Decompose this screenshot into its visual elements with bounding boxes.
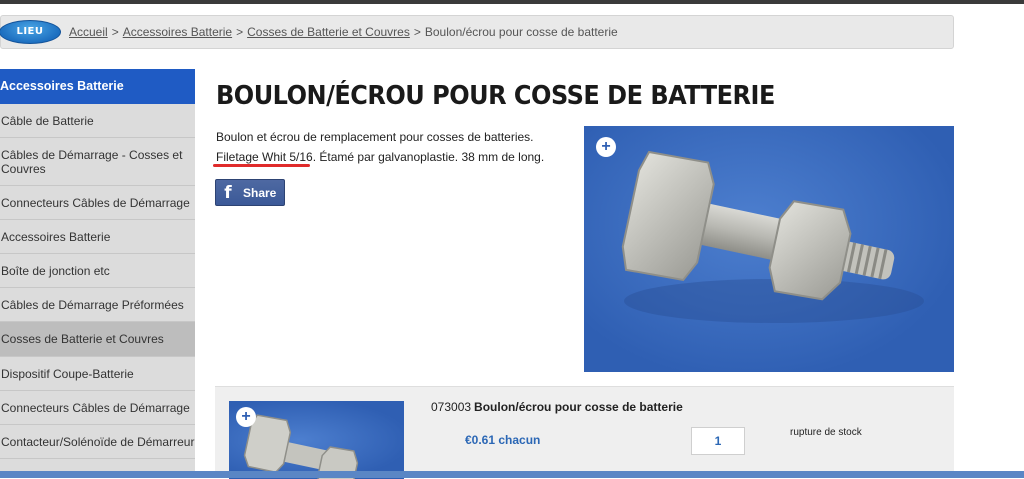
sidebar-item-label: Dispositif Coupe-Batterie [1,366,134,381]
top-bar [0,0,1024,4]
bolt-photo [621,150,924,323]
sidebar-item-jumper-connectors-2[interactable]: Connecteurs Câbles de Démarrage [0,391,195,425]
quantity-input[interactable]: 1 [691,427,745,455]
product-description: Boulon et écrou de remplacement pour cos… [216,127,556,167]
breadcrumb: LIEU Accueil > Accessoires Batterie > Cosses… [0,15,954,49]
product-image[interactable]: + [584,126,954,372]
sidebar-item-label: Accessoires Batterie [1,229,111,244]
thumbnail-zoom-icon[interactable]: + [236,407,256,427]
share-label: Share [243,185,277,200]
sidebar-item-preformed-cables[interactable]: Câbles de Démarrage Préformées [0,288,195,322]
description-highlight: Filetage Whit 5/16 [216,150,313,164]
stock-status: rupture de stock [790,427,862,438]
breadcrumb-link-accessories[interactable]: Accessoires Batterie [123,25,232,39]
facebook-share-button[interactable]: f Share [215,179,285,206]
variant-panel: + 073003 Boulon/écrou pour cosse de batte… [215,386,954,479]
facebook-icon: f [224,182,232,203]
sidebar-item-starter-solenoid[interactable]: Contacteur/Solénoïde de Démarreur [0,425,195,459]
breadcrumb-current: Boulon/écrou pour cosse de batterie [424,25,618,39]
breadcrumb-separator: > [236,25,244,39]
description-line-1: Boulon et écrou de remplacement pour cos… [216,130,534,144]
breadcrumb-separator: > [111,25,119,39]
sidebar: Accessoires Batterie Câble de Batterie C… [0,69,195,478]
sidebar-item-jumper-connectors[interactable]: Connecteurs Câbles de Démarrage [0,186,195,220]
sidebar-item-label: Câble de Batterie [1,113,94,128]
sidebar-item-label: Câbles de Démarrage Préformées [1,297,184,312]
highlight-underline [213,164,310,167]
description-rest: . Étamé par galvanoplastie. 38 mm de lon… [312,150,545,164]
sidebar-item-label: Contacteur/Solénoïde de Démarreur [1,434,195,449]
bottom-bar [0,471,1024,478]
variant-title: 073003 Boulon/écrou pour cosse de batteri… [431,400,683,414]
variant-price: €0.61 chacun [465,433,541,447]
zoom-plus-icon[interactable]: + [596,137,616,157]
lieu-logo[interactable]: LIEU [0,20,61,44]
sidebar-item-battery-cutoff[interactable]: Dispositif Coupe-Batterie [0,357,195,391]
breadcrumb-link-home[interactable]: Accueil [69,25,108,39]
breadcrumb-separator: > [413,25,421,39]
sidebar-item-label: Connecteurs Câbles de Démarrage [1,195,190,210]
sidebar-item-label: Câbles de Démarrage - Cosses et Couvres [1,147,183,176]
sidebar-header[interactable]: Accessoires Batterie [0,69,195,104]
breadcrumb-trail: Accueil > Accessoires Batterie > Cosses de B… [69,25,618,39]
sidebar-item-label: Connecteurs Câbles de Démarrage [1,400,190,415]
variant-thumbnail[interactable]: + [229,401,404,479]
page-title: BOULON/ÉCROU POUR COSSE DE BATTERIE [216,80,775,111]
variant-name: Boulon/écrou pour cosse de batterie [474,400,683,414]
sidebar-item-battery-accessories[interactable]: Accessoires Batterie [0,220,195,254]
sidebar-item-battery-cable[interactable]: Câble de Batterie [0,104,195,138]
sidebar-item-jumper-cables-lugs[interactable]: Câbles de Démarrage - Cosses et Couvres [0,138,195,186]
sidebar-item-junction-box[interactable]: Boîte de jonction etc [0,254,195,288]
sidebar-item-label: Boîte de jonction etc [1,263,110,278]
variant-sku: 073003 [431,400,472,414]
sidebar-item-label: Cosses de Batterie et Couvres [1,332,164,346]
breadcrumb-link-lugs[interactable]: Cosses de Batterie et Couvres [247,25,410,39]
sidebar-item-battery-lugs[interactable]: Cosses de Batterie et Couvres [0,322,195,357]
